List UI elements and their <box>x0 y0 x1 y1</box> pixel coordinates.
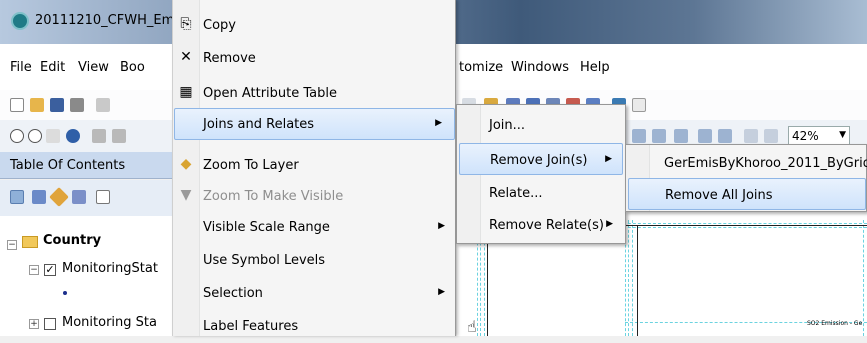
point-symbol-icon <box>63 291 67 295</box>
menu-item-label: Remove Join(s) <box>490 153 588 168</box>
submenu-item-join[interactable]: Join... <box>459 109 623 141</box>
menu-help[interactable]: Help <box>580 60 610 75</box>
next-extent-icon[interactable] <box>764 129 778 143</box>
options-icon[interactable] <box>96 190 110 204</box>
zoom-out-icon[interactable] <box>28 129 42 143</box>
menu-item-label: Zoom To Make Visible <box>203 189 344 204</box>
remove-icon: ✕ <box>180 49 192 65</box>
frame-border <box>637 225 638 336</box>
list-by-drawing-order-icon[interactable] <box>10 190 24 204</box>
menu-item-copy[interactable]: ⎘ Copy <box>173 8 457 42</box>
menu-item-label: Joins and Relates <box>203 117 315 132</box>
app-icon <box>11 12 29 30</box>
layer-visibility-checkbox[interactable]: ✓ <box>44 264 56 276</box>
remove-joins-submenu: GerEmisByKhoroo_2011_ByGrid Remove All J… <box>625 144 867 212</box>
menu-view[interactable]: View <box>78 60 109 75</box>
zoom-percentage-combo[interactable]: 42% ▼ <box>788 126 850 145</box>
menu-item-zoom-to-make-visible: ▼ Zoom To Make Visible <box>173 179 457 213</box>
full-extent-icon[interactable] <box>66 129 80 143</box>
fixed-zoom-out-icon[interactable] <box>112 129 126 143</box>
menu-item-label-features[interactable]: Label Features <box>173 309 457 343</box>
expand-icon[interactable]: + <box>29 319 39 329</box>
menu-item-joins-and-relates[interactable]: Joins and Relates ▶ <box>174 108 455 140</box>
layout-pan-icon[interactable] <box>674 129 688 143</box>
zoom-100-icon[interactable] <box>718 129 732 143</box>
submenu-item-relate[interactable]: Relate... <box>459 177 623 209</box>
layout-zoom-out-icon[interactable] <box>652 129 666 143</box>
submenu-item-remove-join-gerEmis[interactable]: GerEmisByKhoroo_2011_ByGrid <box>628 147 867 179</box>
toc-title: Table Of Contents <box>10 158 126 173</box>
menu-item-label: Join... <box>489 118 526 133</box>
menu-item-open-attribute-table[interactable]: ▦ Open Attribute Table <box>173 76 457 110</box>
collapse-icon[interactable]: − <box>29 265 39 275</box>
menu-item-label: GerEmisByKhoroo_2011_ByGrid <box>664 156 867 171</box>
map-footer-text: SO2 Emission - Ge <box>807 320 863 327</box>
zoom-layer-icon: ◆ <box>180 156 192 172</box>
layer-visibility-checkbox[interactable] <box>44 318 56 330</box>
layer-context-menu: ⎘ Copy ✕ Remove ▦ Open Attribute Table J… <box>172 0 456 336</box>
list-by-source-icon[interactable] <box>32 190 46 204</box>
submenu-arrow-icon: ▶ <box>605 154 612 164</box>
cut-icon[interactable] <box>96 98 110 112</box>
layer-monitoring-sta[interactable]: Monitoring Sta <box>62 315 157 330</box>
menu-item-label: Remove All Joins <box>665 188 773 203</box>
layout-zoom-in-icon[interactable] <box>632 129 646 143</box>
layer-country[interactable]: Country <box>43 233 101 248</box>
menu-item-label: Open Attribute Table <box>203 86 338 101</box>
pan-icon[interactable] <box>46 129 60 143</box>
help-pointer-icon[interactable] <box>632 98 646 112</box>
layer-monitoringstat[interactable]: MonitoringStat <box>62 261 158 276</box>
copy-icon: ⎘ <box>180 16 192 32</box>
submenu-arrow-icon: ▶ <box>435 118 442 128</box>
menu-item-label: Visible Scale Range <box>203 220 330 235</box>
window-title: 20111210_CFWH_Emiss <box>35 13 175 28</box>
list-by-selection-icon[interactable] <box>72 190 86 204</box>
menu-item-label: Remove <box>203 51 256 66</box>
menu-windows[interactable]: Windows <box>511 60 569 75</box>
zoom-percentage-value: 42% <box>792 129 819 143</box>
group-layer-icon <box>22 236 38 248</box>
menu-item-visible-scale-range[interactable]: Visible Scale Range ▶ <box>173 210 457 244</box>
open-folder-icon[interactable] <box>30 98 44 112</box>
submenu-item-remove-all-joins[interactable]: Remove All Joins <box>628 178 866 210</box>
menu-item-selection[interactable]: Selection ▶ <box>173 276 457 310</box>
menu-item-label: Selection <box>203 286 263 301</box>
menu-item-label: Remove Relate(s) <box>489 218 604 233</box>
zoom-whole-page-icon[interactable] <box>698 129 712 143</box>
menu-item-label: Zoom To Layer <box>203 158 299 173</box>
fixed-zoom-icon[interactable] <box>92 129 106 143</box>
collapse-icon[interactable]: − <box>7 240 17 250</box>
submenu-item-remove-joins[interactable]: Remove Join(s) ▶ <box>459 143 623 175</box>
menu-customize[interactable]: tomize <box>459 60 503 75</box>
menu-item-label: Relate... <box>489 186 543 201</box>
print-icon[interactable] <box>70 98 84 112</box>
menu-bookmarks[interactable]: Boo <box>120 60 145 75</box>
list-by-visibility-icon[interactable] <box>49 187 69 207</box>
menu-item-zoom-to-layer[interactable]: ◆ Zoom To Layer <box>173 148 457 182</box>
new-document-icon[interactable] <box>10 98 24 112</box>
zoom-visible-icon: ▼ <box>180 187 192 203</box>
menu-file[interactable]: File <box>10 60 32 75</box>
save-icon[interactable] <box>50 98 64 112</box>
menu-item-label: Label Features <box>203 319 299 334</box>
menu-item-use-symbol-levels[interactable]: Use Symbol Levels <box>173 243 457 277</box>
menu-edit[interactable]: Edit <box>40 60 65 75</box>
menu-item-label: Copy <box>203 18 236 33</box>
toc-toolbar <box>0 180 172 216</box>
pointer-hand-icon: ☝ <box>467 317 477 336</box>
submenu-item-remove-relates[interactable]: Remove Relate(s) ▶ <box>459 209 623 241</box>
submenu-arrow-icon: ▶ <box>438 287 445 297</box>
menu-item-label: Use Symbol Levels <box>203 253 326 268</box>
submenu-arrow-icon: ▶ <box>438 221 445 231</box>
previous-extent-icon[interactable] <box>744 129 758 143</box>
joins-submenu: Join... Remove Join(s) ▶ Relate... Remov… <box>456 104 626 244</box>
menu-item-remove[interactable]: ✕ Remove <box>173 41 457 75</box>
zoom-in-icon[interactable] <box>10 129 24 143</box>
table-icon: ▦ <box>179 84 193 100</box>
chevron-down-icon: ▼ <box>839 130 846 140</box>
submenu-arrow-icon: ▶ <box>606 219 613 229</box>
